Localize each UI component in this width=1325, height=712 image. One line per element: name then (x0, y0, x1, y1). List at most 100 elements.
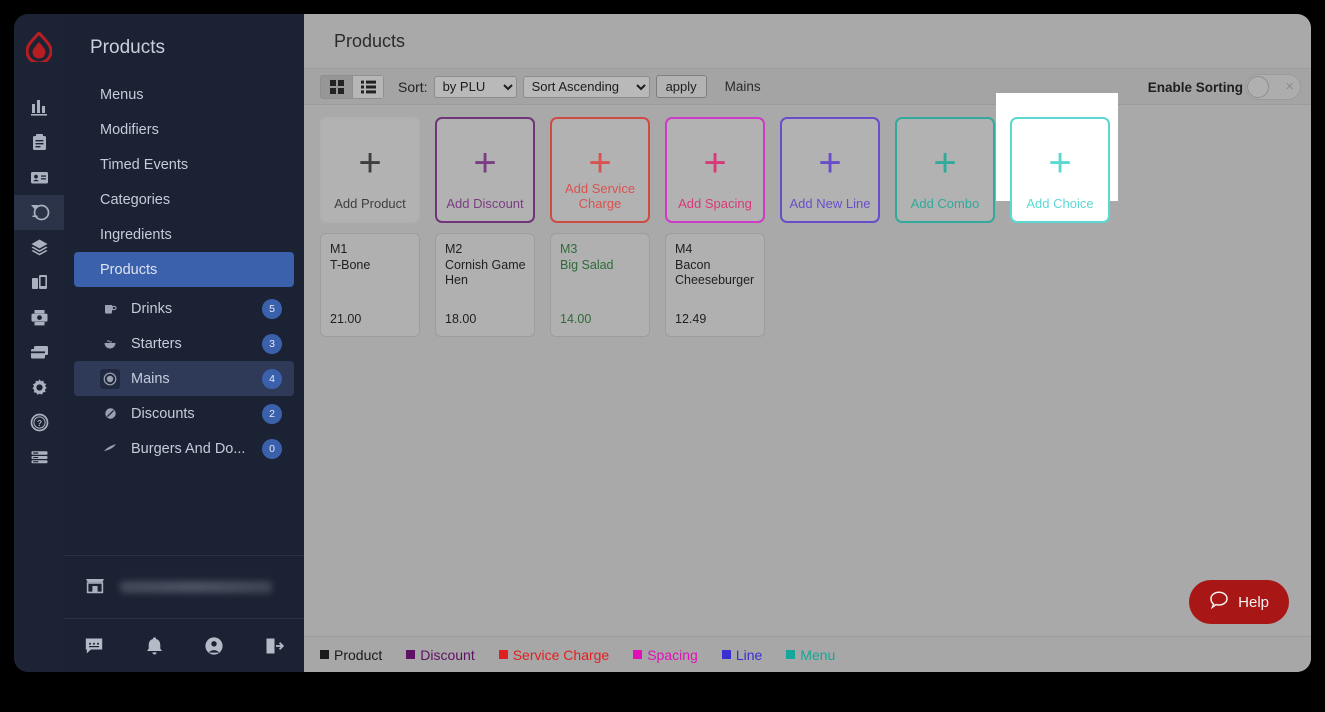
add-choice-tile[interactable]: + Add Choice (1010, 117, 1110, 223)
page-title: Products (334, 31, 405, 52)
product-price: 12.49 (675, 312, 706, 328)
store-info[interactable] (64, 556, 304, 618)
legend-label: Service Charge (513, 647, 610, 663)
close-icon[interactable]: × (1285, 78, 1294, 95)
plus-icon: + (358, 143, 381, 183)
rail-help-circle-icon[interactable]: ? (14, 405, 64, 440)
sort-direction-select[interactable]: Sort AscendingSort Descending (523, 76, 650, 98)
add-product-tile[interactable]: + Add Product (320, 117, 420, 223)
page-header: Products (304, 14, 1311, 69)
category-count-badge: 2 (262, 404, 282, 424)
account-icon[interactable] (184, 636, 244, 656)
add-new-line-tile[interactable]: + Add New Line (780, 117, 880, 223)
apply-button[interactable]: apply (656, 75, 707, 98)
app-logo[interactable] (14, 14, 64, 80)
enable-sorting-label: Enable Sorting (1148, 80, 1243, 95)
sidebar-category-drinks[interactable]: Drinks 5 (74, 291, 294, 326)
tile-label: Add Combo (897, 196, 993, 211)
product-plu: M1 (330, 242, 411, 258)
rail-printer-icon[interactable] (14, 300, 64, 335)
plus-icon: + (1048, 143, 1071, 183)
rail-payments-icon[interactable] (14, 335, 64, 370)
rail-clipboard-icon[interactable] (14, 125, 64, 160)
rail-list-icon[interactable] (14, 440, 64, 475)
legend-item-discount: Discount (406, 647, 474, 663)
sidebar-item-label: Modifiers (100, 122, 159, 138)
sidebar-category-mains[interactable]: Mains 4 (74, 361, 294, 396)
add-combo-tile[interactable]: + Add Combo (895, 117, 995, 223)
product-price: 18.00 (445, 312, 476, 328)
legend-swatch (722, 650, 731, 659)
rail-reports-icon[interactable] (14, 90, 64, 125)
product-card[interactable]: M3 Big Salad 14.00 (550, 233, 650, 337)
plus-icon: + (703, 143, 726, 183)
sidebar-footer (64, 555, 304, 672)
sidebar-item-products[interactable]: Products (74, 252, 294, 287)
rail-customers-icon[interactable] (14, 160, 64, 195)
rail-layers-icon[interactable] (14, 230, 64, 265)
add-service-charge-tile[interactable]: + Add Service Charge (550, 117, 650, 223)
legend-label: Product (334, 647, 382, 663)
grid-view-icon[interactable] (320, 75, 352, 99)
sidebar-category-discounts[interactable]: Discounts 2 (74, 396, 294, 431)
chat-bubble-icon (1209, 590, 1229, 614)
legend-label: Line (736, 647, 762, 663)
rail-menu-products-icon[interactable] (14, 195, 64, 230)
sort-field-select[interactable]: by PLUby Nameby Price (434, 76, 517, 98)
sidebar-item-timed-events[interactable]: Timed Events (74, 147, 294, 182)
logout-icon[interactable] (244, 636, 304, 656)
sidebar-category-label: Mains (131, 371, 262, 387)
plate-icon (100, 369, 120, 389)
category-count-badge: 4 (262, 369, 282, 389)
app-window: ? Products Menus M (14, 14, 1311, 672)
product-card[interactable]: M4 Bacon Cheeseburger 12.49 (665, 233, 765, 337)
add-spacing-tile[interactable]: + Add Spacing (665, 117, 765, 223)
sidebar-item-label: Ingredients (100, 227, 172, 243)
enable-sorting-toggle[interactable]: × (1245, 74, 1301, 100)
legend-item-menu: Menu (786, 647, 835, 663)
view-mode-switch (320, 75, 384, 99)
legend-item-line: Line (722, 647, 762, 663)
sidebar-category-burgers[interactable]: Burgers And Do... 0 (74, 431, 294, 466)
legend-swatch (499, 650, 508, 659)
sidebar-item-modifiers[interactable]: Modifiers (74, 112, 294, 147)
product-name: Cornish Game Hen (445, 258, 526, 289)
help-button[interactable]: Help (1189, 580, 1289, 624)
sidebar-item-ingredients[interactable]: Ingredients (74, 217, 294, 252)
product-card[interactable]: M2 Cornish Game Hen 18.00 (435, 233, 535, 337)
product-card-row: M1 T-Bone 21.00 M2 Cornish Game Hen 18.0… (304, 223, 1311, 337)
sidebar: Products Menus Modifiers Timed Events Ca… (64, 14, 304, 672)
sidebar-category-label: Starters (131, 336, 262, 352)
product-card[interactable]: M1 T-Bone 21.00 (320, 233, 420, 337)
add-discount-tile[interactable]: + Add Discount (435, 117, 535, 223)
sidebar-item-menus[interactable]: Menus (74, 77, 294, 112)
rail-devices-icon[interactable] (14, 265, 64, 300)
legend-label: Menu (800, 647, 835, 663)
category-count-badge: 5 (262, 299, 282, 319)
product-name: Big Salad (560, 258, 641, 274)
plus-icon: + (588, 143, 611, 183)
sidebar-category-starters[interactable]: Starters 3 (74, 326, 294, 361)
category-count-badge: 3 (262, 334, 282, 354)
enable-sorting-group: Enable Sorting × (1148, 69, 1301, 105)
legend-item-service-charge: Service Charge (499, 647, 610, 663)
sidebar-category-label: Burgers And Do... (131, 441, 262, 457)
bowl-icon (100, 334, 120, 354)
legend-swatch (320, 650, 329, 659)
sidebar-category-list: Drinks 5 Starters 3 (64, 291, 304, 466)
chat-icon[interactable] (64, 636, 124, 656)
product-plu: M2 (445, 242, 526, 258)
legend-swatch (406, 650, 415, 659)
rail-settings-gear-icon[interactable] (14, 370, 64, 405)
plus-icon: + (933, 143, 956, 183)
sidebar-title: Products (64, 14, 304, 59)
product-price: 14.00 (560, 312, 591, 328)
tile-label: Add Spacing (667, 196, 763, 211)
sidebar-item-label: Products (100, 262, 157, 278)
tile-label: Add Choice (1012, 196, 1108, 211)
notifications-bell-icon[interactable] (124, 636, 184, 656)
help-label: Help (1238, 594, 1269, 611)
legend-label: Discount (420, 647, 474, 663)
list-view-icon[interactable] (352, 75, 384, 99)
sidebar-item-categories[interactable]: Categories (74, 182, 294, 217)
